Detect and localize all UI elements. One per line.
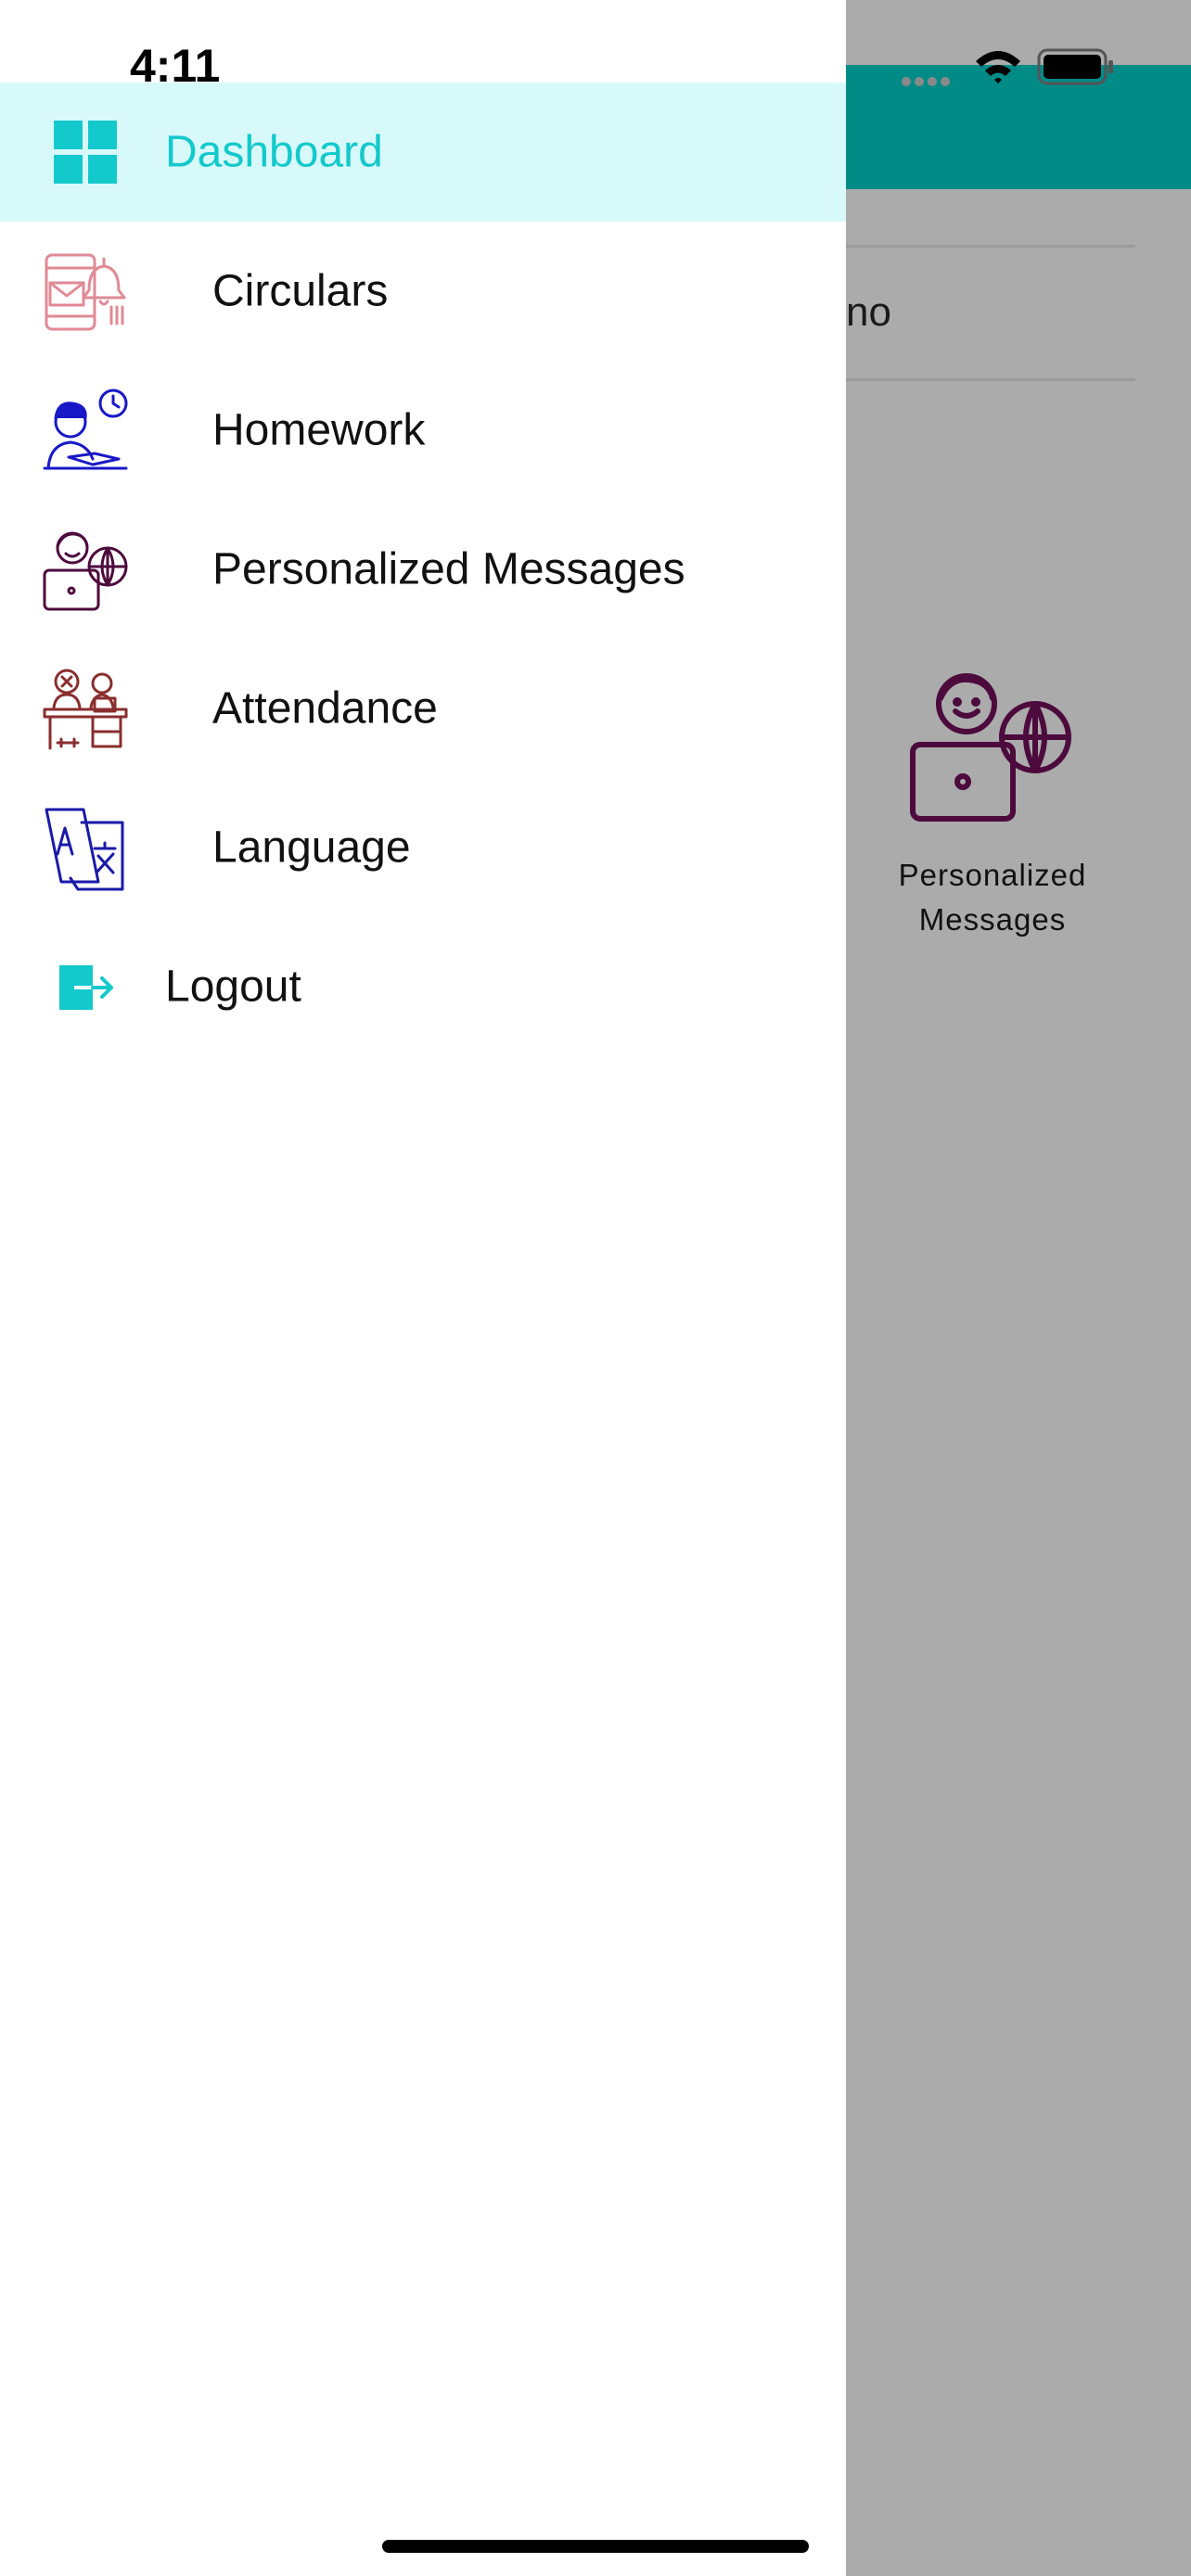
- card-label[interactable]: Personalized Messages: [863, 853, 1122, 942]
- drawer-item-circulars[interactable]: Circulars: [0, 222, 846, 361]
- drawer-item-language[interactable]: Language: [0, 778, 846, 917]
- drawer-item-homework[interactable]: Homework: [0, 361, 846, 500]
- attendance-desk-icon: [43, 669, 128, 750]
- personalized-messages-icon[interactable]: [909, 663, 1076, 830]
- personalized-messages-icon: [43, 531, 128, 611]
- cellular-signal-icon: [902, 74, 954, 91]
- drawer-item-logout[interactable]: Logout: [0, 917, 846, 1056]
- drawer-item-label: Homework: [212, 405, 426, 455]
- background-partial-text: no: [846, 289, 891, 335]
- drawer-item-label: Circulars: [212, 266, 389, 316]
- logout-icon: [59, 965, 113, 1010]
- wifi-icon: [976, 51, 1020, 83]
- drawer-item-dashboard[interactable]: Dashboard: [0, 83, 846, 222]
- home-indicator[interactable]: [382, 2540, 809, 2553]
- divider: [846, 245, 1135, 248]
- drawer-item-label: Dashboard: [165, 127, 383, 177]
- drawer-item-attendance[interactable]: Attendance: [0, 639, 846, 778]
- homework-student-icon: [43, 389, 128, 470]
- dashboard-grid-icon: [54, 121, 117, 184]
- battery-icon: [1037, 48, 1113, 85]
- drawer-item-label: Logout: [165, 962, 301, 1012]
- drawer-item-label: Personalized Messages: [212, 544, 685, 594]
- drawer-item-label: Attendance: [212, 683, 438, 733]
- navigation-drawer: 4:11 Dashboard Circulars Homework Person…: [0, 0, 846, 2576]
- circular-notification-icon: [45, 253, 126, 331]
- drawer-item-personalized-messages[interactable]: Personalized Messages: [0, 500, 846, 639]
- divider: [846, 378, 1135, 381]
- drawer-item-label: Language: [212, 823, 411, 873]
- language-translate-icon: [45, 808, 124, 891]
